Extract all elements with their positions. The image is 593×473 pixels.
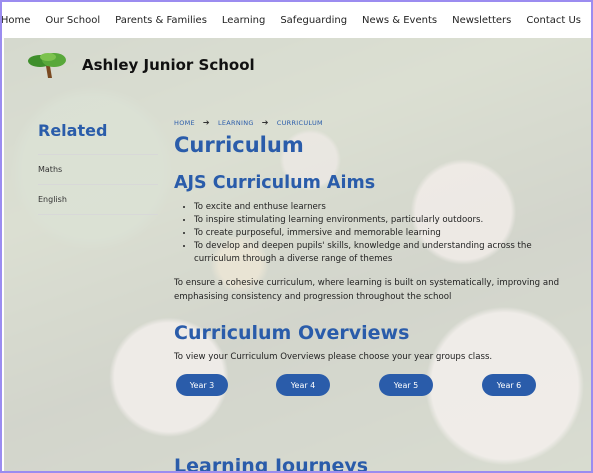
aims-heading: AJS Curriculum Aims [174, 173, 376, 193]
nav-safeguarding[interactable]: Safeguarding [280, 15, 347, 26]
list-item: To develop and deepen pupils' skills, kn… [194, 240, 574, 266]
list-item: To create purposeful, immersive and memo… [194, 227, 574, 240]
cohesion-paragraph: To ensure a cohesive curriculum, where l… [174, 278, 560, 302]
year-3-button[interactable]: Year 3 [176, 374, 228, 396]
list-item: To excite and enthuse learners [194, 201, 574, 214]
year-5-button[interactable]: Year 5 [379, 374, 433, 396]
top-navigation: Home Our School Parents & Families Learn… [2, 0, 591, 38]
breadcrumb-learning[interactable]: LEARNING [218, 119, 254, 127]
school-logo-link[interactable]: Ashley Junior School [26, 52, 255, 78]
tree-logo-icon [28, 53, 66, 78]
year-4-button[interactable]: Year 4 [276, 374, 330, 396]
overviews-paragraph: To view your Curriculum Overviews please… [174, 352, 493, 362]
nav-parents-families[interactable]: Parents & Families [115, 15, 207, 26]
nav-home[interactable]: Home [2, 15, 30, 26]
nav-contact-us[interactable]: Contact Us [526, 15, 581, 26]
page-title: Curriculum [174, 133, 304, 157]
aims-list: To excite and enthuse learners To inspir… [174, 201, 574, 266]
nav-newsletters[interactable]: Newsletters [452, 15, 511, 26]
main-content: HOME ➔ LEARNING ➔ CURRICULUM Curriculum … [174, 118, 574, 398]
related-sidebar: Related Maths English [38, 121, 158, 215]
school-name: Ashley Junior School [82, 56, 255, 74]
nav-news-events[interactable]: News & Events [362, 15, 437, 26]
journeys-heading: Learning Journeys [174, 455, 369, 473]
list-item: To inspire stimulating learning environm… [194, 214, 574, 227]
nav-learning[interactable]: Learning [222, 15, 265, 26]
related-title: Related [38, 121, 108, 140]
breadcrumb: HOME ➔ LEARNING ➔ CURRICULUM [174, 118, 574, 127]
sidebar-item-maths[interactable]: Maths [38, 154, 158, 184]
arrow-right-icon: ➔ [202, 118, 210, 127]
arrow-right-icon: ➔ [261, 118, 269, 127]
breadcrumb-home[interactable]: HOME [174, 119, 195, 127]
page-frame: Home Our School Parents & Families Learn… [0, 0, 593, 473]
year-buttons: Year 3 Year 4 Year 5 Year 6 [174, 374, 574, 398]
nav-our-school[interactable]: Our School [45, 15, 100, 26]
hero-background: Ashley Junior School Related Maths Engli… [4, 38, 591, 473]
sidebar-item-english[interactable]: English [38, 184, 158, 215]
overviews-heading: Curriculum Overviews [174, 322, 410, 344]
year-6-button[interactable]: Year 6 [482, 374, 536, 396]
breadcrumb-curriculum: CURRICULUM [276, 118, 323, 127]
